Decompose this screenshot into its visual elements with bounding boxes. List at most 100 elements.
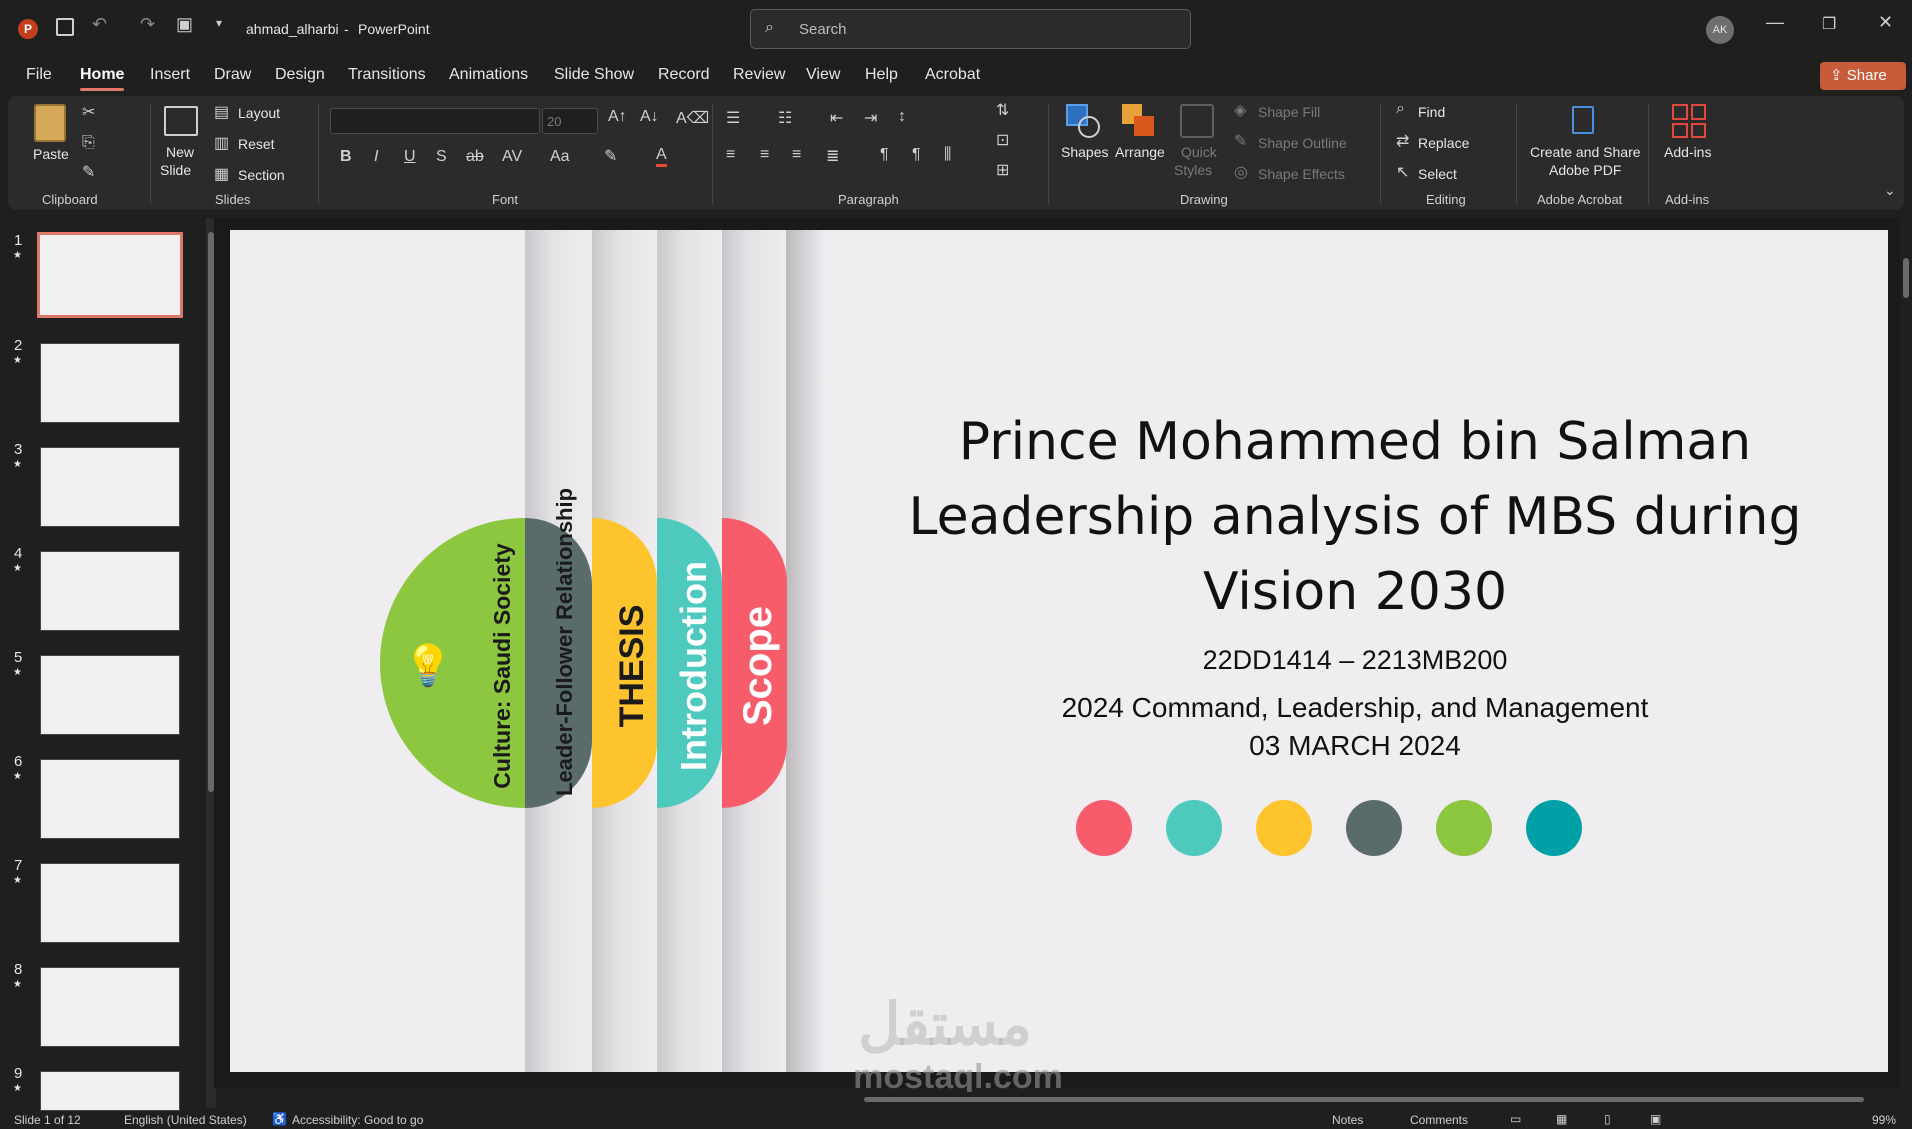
menu-animations[interactable]: Animations bbox=[449, 66, 528, 84]
redo-icon[interactable]: ↷ bbox=[140, 14, 155, 35]
reading-view-icon[interactable]: ▯ bbox=[1604, 1112, 1611, 1126]
clear-formatting-icon[interactable]: A⌫ bbox=[676, 108, 709, 128]
normal-view-icon[interactable]: ▭ bbox=[1510, 1112, 1521, 1126]
select-button[interactable]: Select bbox=[1418, 166, 1457, 182]
menu-help[interactable]: Help bbox=[865, 66, 898, 84]
find-button[interactable]: Find bbox=[1418, 104, 1445, 120]
layout-button[interactable]: Layout bbox=[238, 105, 280, 121]
create-pdf-line1[interactable]: Create and Share bbox=[1530, 144, 1641, 160]
collapse-ribbon-icon[interactable]: ⌄ bbox=[1884, 182, 1896, 199]
menu-insert[interactable]: Insert bbox=[150, 66, 190, 84]
horizontal-scroll-thumb[interactable] bbox=[864, 1097, 1864, 1102]
align-right-icon[interactable]: ≡ bbox=[792, 146, 801, 164]
quick-styles-line1[interactable]: Quick bbox=[1181, 144, 1217, 160]
slide-sorter-icon[interactable]: ▦ bbox=[1556, 1112, 1567, 1126]
present-icon[interactable]: ▣ bbox=[176, 14, 193, 35]
search-box[interactable]: ⌕ Search bbox=[750, 9, 1191, 49]
replace-button[interactable]: Replace bbox=[1418, 135, 1469, 151]
shape-outline-button[interactable]: Shape Outline bbox=[1258, 135, 1347, 151]
decrease-indent-icon[interactable]: ⇤ bbox=[830, 108, 843, 128]
paste-icon[interactable] bbox=[34, 104, 66, 142]
increase-indent-icon[interactable]: ⇥ bbox=[864, 108, 877, 128]
accessibility-status[interactable]: Accessibility: Good to go bbox=[292, 1113, 423, 1127]
zoom-level[interactable]: 99% bbox=[1872, 1113, 1896, 1127]
arrange-button[interactable]: Arrange bbox=[1115, 144, 1165, 160]
change-case-icon[interactable]: Aa bbox=[550, 148, 570, 166]
avatar[interactable]: AK bbox=[1706, 16, 1734, 44]
language[interactable]: English (United States) bbox=[124, 1113, 247, 1127]
vertical-scrollbar[interactable] bbox=[1900, 218, 1912, 1088]
font-size-dropdown[interactable]: 20 bbox=[542, 108, 598, 134]
align-text-icon[interactable]: ⊡ bbox=[996, 130, 1009, 150]
copy-icon[interactable]: ⎘ bbox=[82, 134, 95, 152]
create-pdf-line2[interactable]: Adobe PDF bbox=[1549, 162, 1621, 178]
share-button[interactable]: ⇪ Share bbox=[1820, 62, 1906, 90]
menu-draw[interactable]: Draw bbox=[214, 66, 251, 84]
quick-styles-icon[interactable] bbox=[1180, 104, 1214, 138]
cut-icon[interactable]: ✂ bbox=[82, 102, 95, 122]
notes-button[interactable]: Notes bbox=[1332, 1113, 1363, 1127]
save-icon[interactable] bbox=[56, 18, 74, 36]
slide-thumbnail[interactable] bbox=[40, 551, 180, 631]
vertical-scroll-thumb[interactable] bbox=[1903, 258, 1909, 298]
new-slide-icon[interactable] bbox=[164, 106, 198, 136]
slide-1[interactable]: 💡 Culture: Saudi Society Leader-Follower… bbox=[230, 230, 1888, 1072]
slide-title[interactable]: Prince Mohammed bin Salman Leadership an… bbox=[830, 405, 1880, 630]
customize-toolbar-icon[interactable]: ▾ bbox=[216, 16, 222, 30]
justify-icon[interactable]: ≣ bbox=[826, 146, 839, 166]
quick-styles-line2[interactable]: Styles bbox=[1174, 162, 1212, 178]
new-slide-line1[interactable]: New bbox=[166, 144, 194, 160]
columns-icon[interactable]: ⫼ bbox=[944, 146, 951, 164]
format-painter-icon[interactable]: ✎ bbox=[82, 162, 95, 182]
section-button[interactable]: Section bbox=[238, 167, 285, 183]
shadow-icon[interactable]: S bbox=[436, 148, 447, 166]
slide-thumbnail[interactable] bbox=[40, 343, 180, 423]
horizontal-scrollbar[interactable] bbox=[232, 1092, 1898, 1106]
smartart-icon[interactable]: ⊞ bbox=[996, 160, 1009, 180]
slide-subtitle[interactable]: 22DD1414 – 2213MB200 2024 Command, Leade… bbox=[830, 642, 1880, 764]
comments-button[interactable]: Comments bbox=[1410, 1113, 1468, 1127]
slide-thumbnail[interactable] bbox=[37, 232, 183, 318]
menu-home[interactable]: Home bbox=[80, 66, 124, 84]
menu-acrobat[interactable]: Acrobat bbox=[925, 66, 980, 84]
new-slide-line2[interactable]: Slide bbox=[160, 162, 191, 178]
slide-thumbnail[interactable] bbox=[40, 1071, 180, 1111]
slide-thumbnail[interactable] bbox=[40, 655, 180, 735]
decrease-font-icon[interactable]: A↓ bbox=[640, 108, 659, 126]
menu-slideshow[interactable]: Slide Show bbox=[554, 66, 634, 84]
shapes-icon[interactable] bbox=[1066, 104, 1100, 138]
undo-icon[interactable]: ↶ bbox=[92, 14, 107, 35]
addins-icon[interactable] bbox=[1672, 104, 1706, 138]
close-icon[interactable]: ✕ bbox=[1878, 12, 1893, 33]
font-name-dropdown[interactable] bbox=[330, 108, 540, 134]
addins-button[interactable]: Add-ins bbox=[1664, 144, 1711, 160]
slide-thumbnail[interactable] bbox=[40, 967, 180, 1047]
align-center-icon[interactable]: ≡ bbox=[760, 146, 769, 164]
menu-transitions[interactable]: Transitions bbox=[348, 66, 426, 84]
reset-button[interactable]: Reset bbox=[238, 136, 275, 152]
highlight-icon[interactable]: ✎ bbox=[604, 146, 617, 166]
ltr-icon[interactable]: ¶ bbox=[880, 146, 889, 164]
shape-fill-button[interactable]: Shape Fill bbox=[1258, 104, 1320, 120]
italic-icon[interactable]: I bbox=[374, 148, 378, 166]
underline-icon[interactable]: U bbox=[404, 148, 416, 166]
align-left-icon[interactable]: ≡ bbox=[726, 146, 735, 164]
minimize-icon[interactable]: — bbox=[1766, 12, 1784, 33]
shape-effects-button[interactable]: Shape Effects bbox=[1258, 166, 1345, 182]
menu-review[interactable]: Review bbox=[733, 66, 785, 84]
bullets-icon[interactable]: ☰ bbox=[726, 108, 740, 128]
numbering-icon[interactable]: ☷ bbox=[778, 108, 792, 128]
rtl-icon[interactable]: ¶ bbox=[912, 146, 921, 164]
maximize-icon[interactable]: ❐ bbox=[1822, 14, 1836, 34]
menu-design[interactable]: Design bbox=[275, 66, 325, 84]
strikethrough-icon[interactable]: ab bbox=[466, 148, 484, 166]
adobe-pdf-icon[interactable] bbox=[1572, 106, 1594, 134]
menu-record[interactable]: Record bbox=[658, 66, 710, 84]
slide-thumbnail[interactable] bbox=[40, 759, 180, 839]
line-spacing-icon[interactable]: ↕ bbox=[898, 108, 906, 126]
arrange-icon[interactable] bbox=[1122, 104, 1156, 138]
bold-icon[interactable]: B bbox=[340, 148, 352, 166]
menu-view[interactable]: View bbox=[806, 66, 840, 84]
paste-button[interactable]: Paste bbox=[33, 146, 69, 162]
slide-thumbnail[interactable] bbox=[40, 863, 180, 943]
